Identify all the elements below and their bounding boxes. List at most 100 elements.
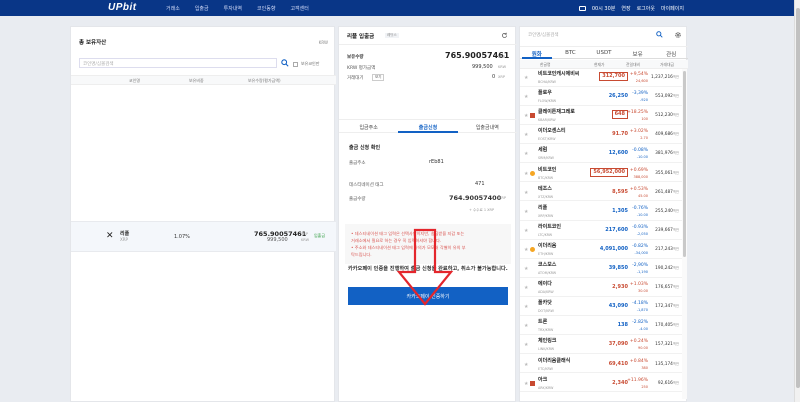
tab-withdraw-request[interactable]: 출금신청 <box>398 120 458 133</box>
header-volume[interactable]: 거래대금 <box>660 62 674 68</box>
coin-row[interactable]: ★ 이더리움 ETH/KRW 4,091,000 -0.82% -34,000 217,24… <box>520 242 682 259</box>
coin-volume: 135,174백만 <box>655 361 679 367</box>
coin-name: 세럼 <box>538 147 548 154</box>
coin-row[interactable]: ★ 클레이튼재그레로 KBAR/KRW 648 +18.25% 100 512,230백만 <box>520 108 682 126</box>
gear-icon[interactable] <box>674 31 682 39</box>
menu-exchange[interactable]: 거래소 <box>166 5 180 12</box>
coin-row[interactable]: ★ 테조스 XTZ/KRW 8,595 +0.53% 45.00 261,487백만 <box>520 185 682 202</box>
menu-customer-center[interactable]: 고객센터 <box>290 5 308 12</box>
favorite-star-icon[interactable]: ★ <box>524 304 528 310</box>
favorite-star-icon[interactable]: ★ <box>524 247 528 253</box>
coin-row[interactable]: ★ 에이다 ADA/KRW 2,930 +1.03% 30.00 176,657백만 <box>520 280 682 297</box>
tab-favorites[interactable]: 관심 <box>654 47 688 58</box>
favorite-star-icon[interactable]: ★ <box>524 132 528 138</box>
coin-volume: 157,321백만 <box>655 341 679 347</box>
asset-row-xrp[interactable]: ✕ 리플 XRP 1.07% 765.90057461 XRP 999,500 … <box>71 221 336 252</box>
favorite-star-icon[interactable]: ★ <box>524 151 528 157</box>
mypage-link[interactable]: 마이페이지 <box>661 5 684 12</box>
search-icon[interactable] <box>281 59 289 67</box>
menu-investments[interactable]: 투자내역 <box>224 5 242 12</box>
coin-row[interactable]: ★ 이더오센스티 EOST/KRW 91.70 +3.02% 2.70 409,686백만 <box>520 127 682 145</box>
favorite-star-icon[interactable]: ★ <box>524 190 528 196</box>
header-holding-ratio[interactable]: 보유비중 <box>189 78 204 84</box>
coin-row[interactable]: ★ 이더리움클래식 ETC/KRW 69,410 +0.84% 380 135,174백만 <box>520 357 682 374</box>
coin-volume: 217,243백만 <box>655 246 679 252</box>
favorite-star-icon[interactable]: ★ <box>524 381 528 387</box>
menu-coin-trends[interactable]: 코인동향 <box>257 5 275 12</box>
header-price[interactable]: 현재가 <box>594 62 604 68</box>
coin-row[interactable]: ★ 코스모스 ATOM/KRW 39,850 -2,90% -1,190 190,242백만 <box>520 261 682 278</box>
header-coin-name[interactable]: 코인명 <box>129 78 140 84</box>
tab-history[interactable]: 입출금내역 <box>458 120 517 132</box>
coin-symbol: TRX/KRW <box>538 328 554 333</box>
extend-session-link[interactable]: 연장 <box>621 5 630 12</box>
favorite-star-icon[interactable]: ★ <box>524 323 528 329</box>
coin-change-value: 100 <box>641 117 648 122</box>
confirm-title: 출금 신청 확인 <box>349 145 381 151</box>
coin-volume-value: 255,240 <box>655 208 673 214</box>
address-label: 출금주소 <box>349 161 366 166</box>
favorite-star-icon[interactable]: ★ <box>524 285 528 291</box>
search-icon[interactable] <box>656 31 663 38</box>
coin-row[interactable]: ★ 플로우 FLOW/KRW 26,250 -3,39% -920 553,092백만 <box>520 89 682 106</box>
coin-row[interactable]: ★ 리플 XRP/KRW 1,305 -0.76% -10.00 255,240백만 <box>520 204 682 221</box>
coin-row[interactable]: ★ 체인링크 LINK/KRW 37,090 +0.24% 90.00 157,321백만 <box>520 337 682 355</box>
upbit-logo[interactable]: UPbit <box>108 2 137 13</box>
coin-row[interactable]: ★ 아크 ARK/KRW 2,340 +11.96% 250 92,616백만 <box>520 376 682 393</box>
favorite-star-icon[interactable]: ★ <box>524 342 528 348</box>
coin-list-scrollbar[interactable] <box>682 69 687 399</box>
coin-change-percent: -3,39% <box>632 91 648 97</box>
notification-icon[interactable] <box>578 6 586 11</box>
tab-usdt[interactable]: USDT <box>587 47 621 58</box>
header-change[interactable]: 전일대비 <box>626 62 640 68</box>
logout-link[interactable]: 로그아웃 <box>637 5 655 12</box>
tab-holdings[interactable]: 보유 <box>621 47 655 58</box>
red-arrow-annotation <box>396 228 454 306</box>
coin-volume: 170,405백만 <box>655 322 679 328</box>
favorite-star-icon[interactable]: ★ <box>524 75 528 81</box>
favorite-star-icon[interactable]: ★ <box>524 362 528 368</box>
favorite-star-icon[interactable]: ★ <box>524 113 528 119</box>
favorite-star-icon[interactable]: ★ <box>524 171 528 177</box>
pending-view-button[interactable]: 보기 <box>372 74 385 81</box>
tab-krw[interactable]: 원화 <box>520 47 554 59</box>
coin-row[interactable]: ★ 세럼 SRM/KRW 12,600 -0.08% -10.00 381,976백만 <box>520 146 682 164</box>
session-timer: 00시 30분 <box>591 6 616 12</box>
coin-row[interactable]: ★ 트론 TRX/KRW 138 -2.82% -4.00 170,405백만 <box>520 318 682 336</box>
coin-volume: 355,061백만 <box>655 170 679 176</box>
market-search-input[interactable]: 코인명/심볼검색 <box>526 31 654 40</box>
held-coins-only-checkbox[interactable]: 보유코인만 <box>293 61 319 67</box>
tab-deposit-address[interactable]: 입금주소 <box>339 120 398 132</box>
coin-row[interactable]: ★ 비트코인 BTC/KRW 56,952,000 +0.69% 388,000 355,0… <box>520 166 682 183</box>
market-tabs: 원화 BTC USDT 보유 관심 <box>520 46 688 59</box>
header-holding-amount[interactable]: 보유수량(평가금액) <box>248 78 281 84</box>
favorite-star-icon[interactable]: ★ <box>524 266 528 272</box>
coin-row[interactable]: ★ 비트코인캐시에비씨 BCHA/KRW 312,700 +9,54% 24,600 1,2… <box>520 70 682 87</box>
coin-volume-value: 553,092 <box>655 94 673 100</box>
refresh-icon[interactable] <box>501 32 508 39</box>
header-korean-name[interactable]: 한글명 <box>540 62 550 68</box>
coin-row[interactable]: ★ 폴카닷 DOT/KRW 43,090 -4.18% -1,870 172,347백만 <box>520 299 682 317</box>
coin-change-value: 250 <box>641 384 648 389</box>
coin-row[interactable]: ★ 라이트코인 LTC/KRW 217,600 -0.93% -2,050 239,667백… <box>520 223 682 240</box>
favorite-star-icon[interactable]: ★ <box>524 228 528 234</box>
coin-marker-icon <box>530 75 535 80</box>
coin-name: 이더리움클래식 <box>538 357 571 364</box>
coin-volume: 172,347백만 <box>655 303 679 309</box>
page-scrollbar-thumb[interactable] <box>796 8 800 388</box>
favorite-star-icon[interactable]: ★ <box>524 94 528 100</box>
deposit-withdraw-link[interactable]: 입출금 <box>314 233 325 239</box>
tab-btc[interactable]: BTC <box>554 47 588 58</box>
coin-price: 2,930 <box>612 284 628 291</box>
menu-deposit-withdraw[interactable]: 입출금 <box>195 5 209 12</box>
coin-volume: 409,686백만 <box>655 131 679 137</box>
coin-list-scrollbar-thumb[interactable] <box>683 71 686 257</box>
coin-name: 플로우 <box>538 90 552 97</box>
favorite-star-icon[interactable]: ★ <box>524 209 528 215</box>
coin-volume-unit: 백만 <box>672 361 679 366</box>
checkbox-box[interactable] <box>293 61 298 67</box>
page-scrollbar[interactable] <box>794 0 800 402</box>
coin-volume-value: 261,487 <box>655 189 673 195</box>
asset-search-input[interactable]: 코인명/심볼검색 <box>79 58 277 68</box>
assets-unit: KRW <box>318 40 328 45</box>
